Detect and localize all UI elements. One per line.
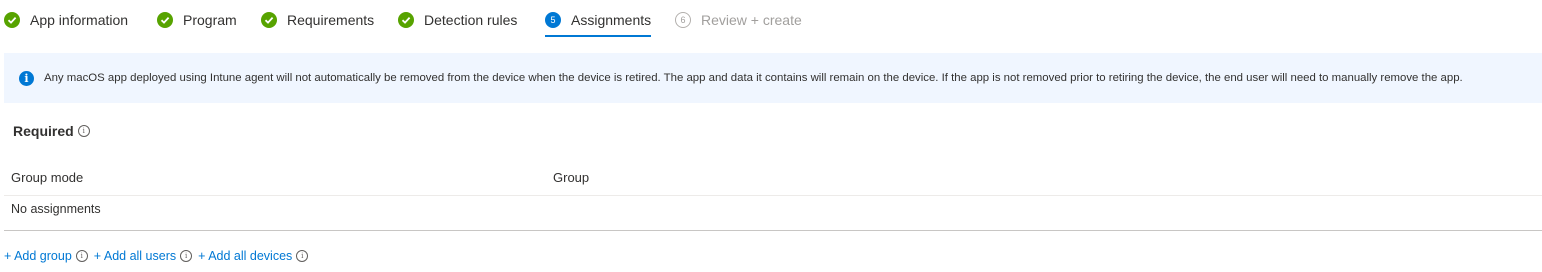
column-header-group-mode: Group mode [11,170,84,185]
step-program[interactable]: Program [157,6,237,34]
checkmark-icon [398,12,414,28]
info-icon: i [19,70,34,86]
info-icon[interactable]: i [77,125,90,137]
assignment-actions: + Add group i + Add all users i + Add al… [4,247,314,265]
assignments-table: Group mode Group No assignments [4,165,1542,231]
step-label: Detection rules [424,12,518,28]
step-label: Program [183,12,237,28]
step-detection-rules[interactable]: Detection rules [398,6,517,34]
step-app-information[interactable]: App information [4,6,128,34]
section-title-text: Required [13,123,74,139]
step-assignments[interactable]: 5 Assignments [545,6,652,37]
column-header-group: Group [553,170,590,185]
add-all-devices-link[interactable]: + Add all devices [198,249,292,263]
info-icon[interactable]: i [296,250,309,262]
info-icon[interactable]: i [75,250,88,262]
step-number-badge: 6 [675,12,691,28]
checkmark-icon [157,12,173,28]
checkmark-icon [261,12,277,28]
table-row: No assignments [4,196,1542,231]
checkmark-icon [4,12,20,28]
step-label: Review + create [701,12,802,28]
info-banner-text: Any macOS app deployed using Intune agen… [44,72,1463,84]
wizard-steps: App information Program Requirements Det… [0,0,1542,37]
step-label: Assignments [571,12,652,28]
info-icon[interactable]: i [180,250,193,262]
step-number-badge: 5 [545,12,561,28]
info-banner: i Any macOS app deployed using Intune ag… [4,53,1542,103]
table-header: Group mode Group [4,165,1542,196]
empty-state-text: No assignments [11,202,101,216]
step-label: Requirements [287,12,375,28]
add-group-link[interactable]: + Add group [4,249,72,263]
step-requirements[interactable]: Requirements [261,6,374,34]
step-label: App information [30,12,129,28]
section-title-required: Required i [13,123,90,139]
add-all-users-link[interactable]: + Add all users [94,249,176,263]
step-review-create: 6 Review + create [675,6,802,34]
